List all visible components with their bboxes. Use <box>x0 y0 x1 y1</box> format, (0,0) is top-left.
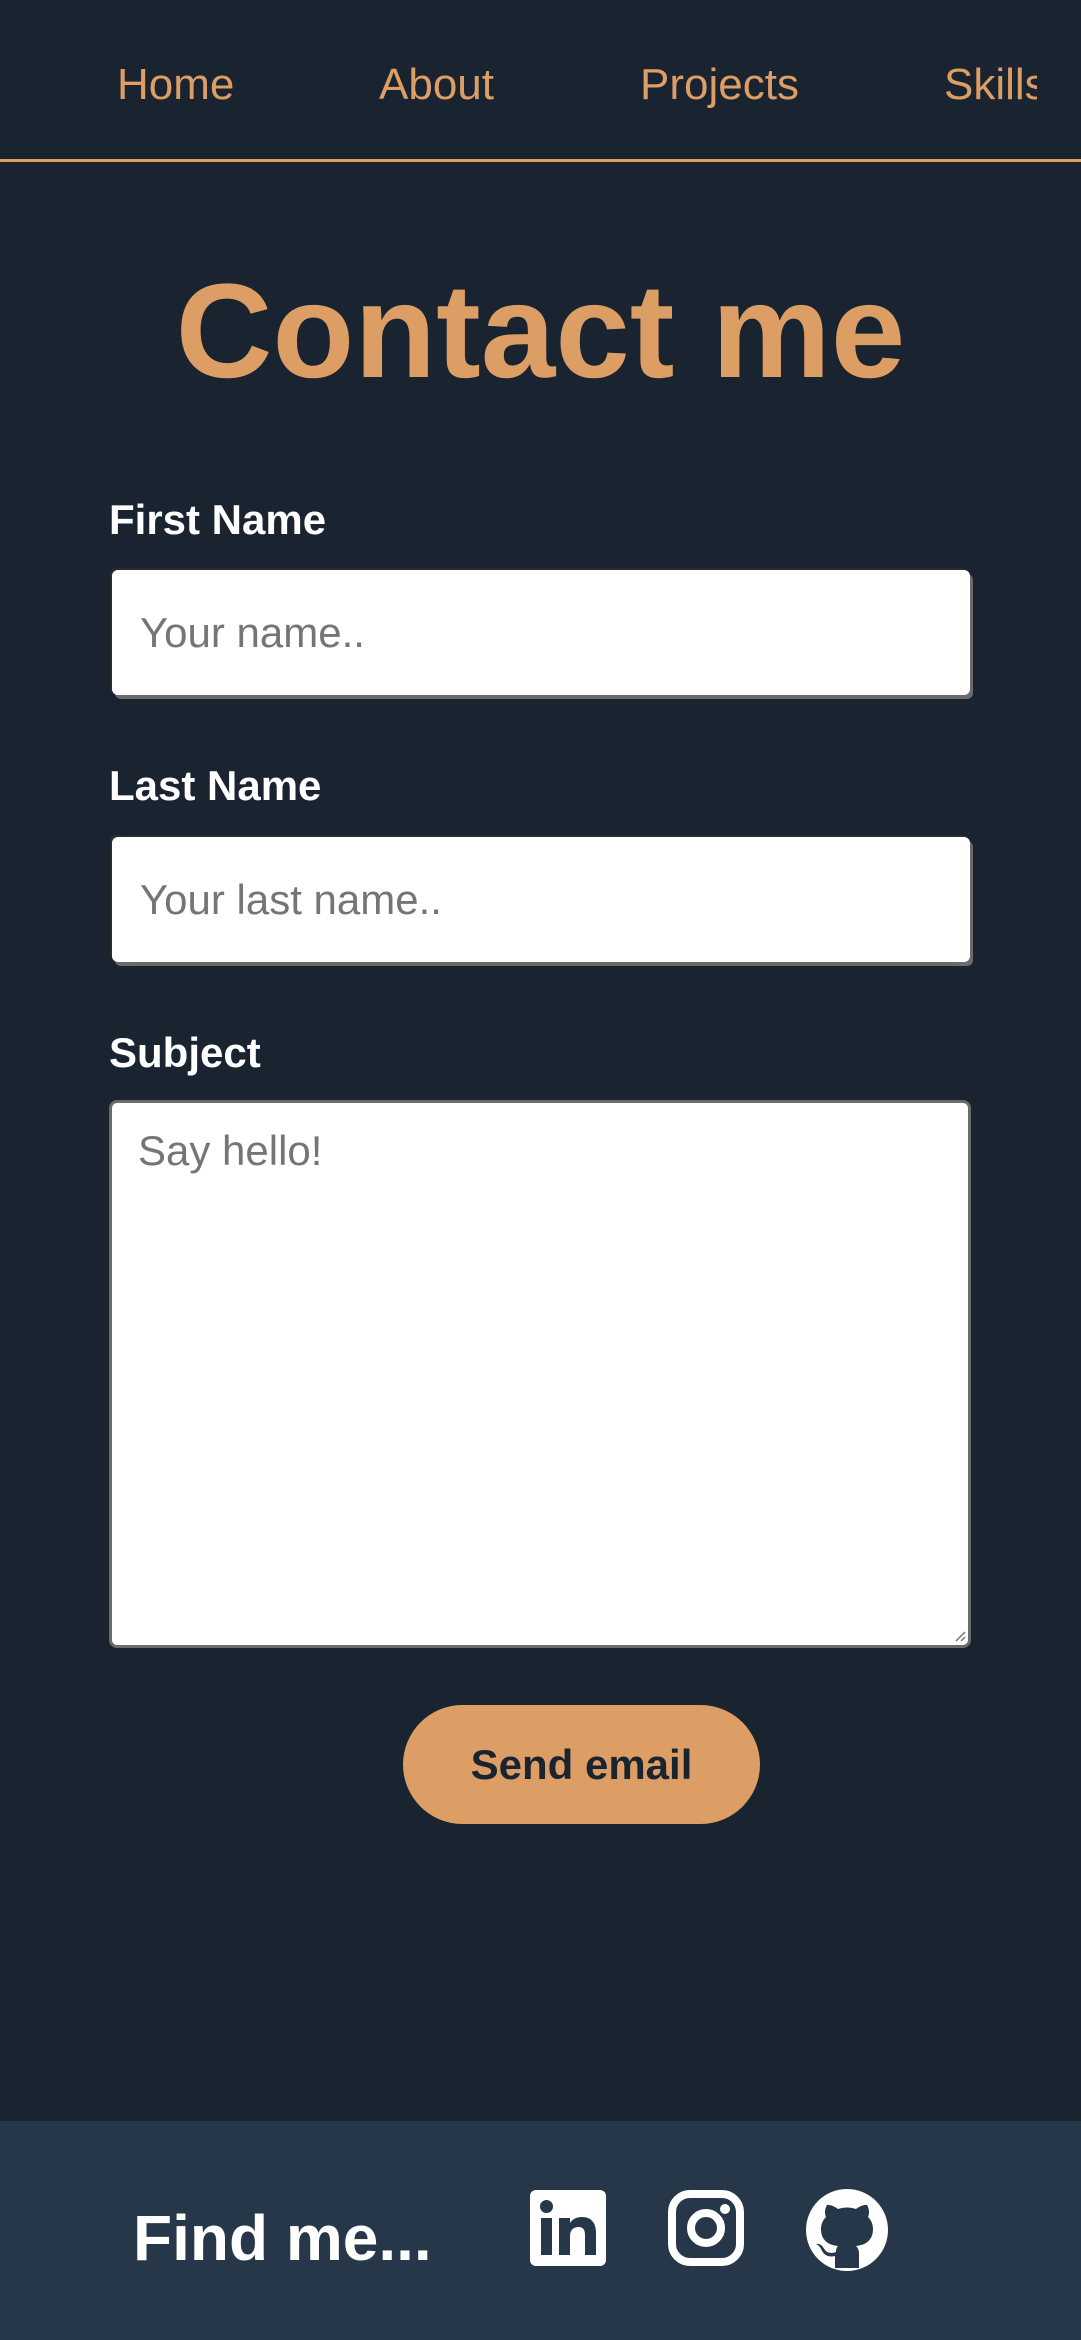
footer: Find me... <box>0 2121 1081 2340</box>
github-icon[interactable] <box>805 2188 888 2271</box>
top-navigation: Home About Projects Skills <box>0 0 1081 162</box>
first-name-label: First Name <box>109 496 327 543</box>
subject-textarea[interactable] <box>109 1100 971 1648</box>
send-email-button[interactable]: Send email <box>403 1705 760 1824</box>
nav-scroll-area: Home About Projects Skills <box>0 0 1037 159</box>
nav-link-projects[interactable]: Projects <box>640 60 799 110</box>
page-title: Contact me <box>175 257 906 406</box>
nav-link-about[interactable]: About <box>379 60 494 110</box>
last-name-label: Last Name <box>109 762 322 809</box>
footer-find-me-text: Find me... <box>133 2202 432 2274</box>
last-name-input[interactable] <box>112 837 970 962</box>
instagram-icon[interactable] <box>666 2188 746 2268</box>
linkedin-icon[interactable] <box>528 2188 608 2268</box>
nav-link-home[interactable]: Home <box>117 60 234 110</box>
nav-link-skills[interactable]: Skills <box>944 60 1037 110</box>
resize-grip-icon[interactable] <box>954 1630 966 1642</box>
first-name-input[interactable] <box>112 570 970 695</box>
subject-label: Subject <box>109 1029 261 1076</box>
